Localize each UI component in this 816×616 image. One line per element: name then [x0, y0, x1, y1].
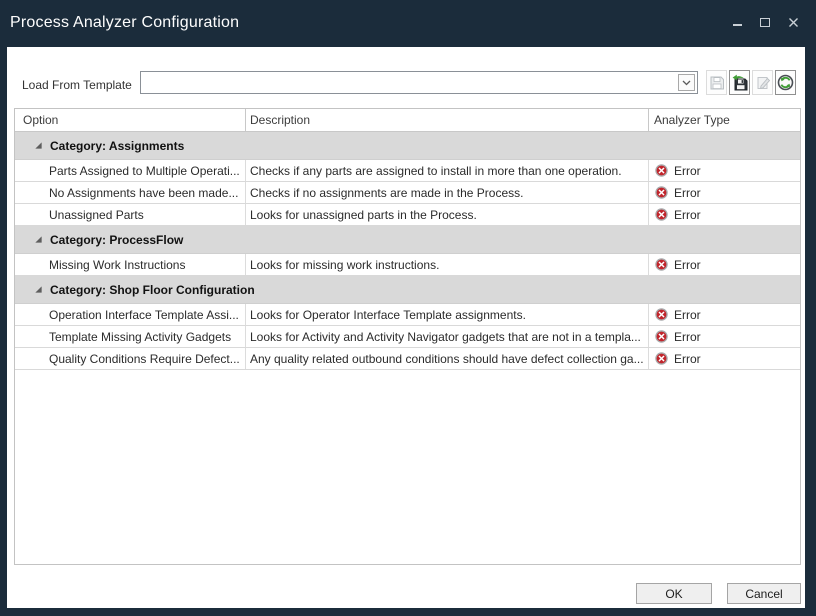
error-icon [655, 352, 668, 365]
minimize-icon [733, 24, 742, 26]
error-icon [655, 258, 668, 271]
refresh-icon [777, 74, 794, 91]
category-row[interactable]: Category: ProcessFlow [15, 226, 800, 254]
option-cell-text: No Assignments have been made... [15, 182, 246, 203]
analyzer-type-cell: Error [649, 182, 800, 203]
window-controls [728, 10, 802, 34]
chevron-down-icon [682, 80, 691, 86]
analyzer-type-cell: Error [649, 348, 800, 369]
dialog-content: Load From Template [7, 47, 805, 608]
save-template-button[interactable] [706, 70, 727, 95]
description-cell-text: Looks for Activity and Activity Navigato… [246, 326, 649, 347]
category-label: Category: Shop Floor Configuration [50, 283, 255, 297]
collapse-triangle-icon[interactable] [34, 285, 43, 294]
description-cell-text: Looks for missing work instructions. [246, 254, 649, 275]
error-icon [655, 308, 668, 321]
close-button[interactable] [784, 12, 802, 32]
option-cell-text: Operation Interface Template Assi... [15, 304, 246, 325]
collapse-triangle-icon[interactable] [34, 141, 43, 150]
table-row[interactable]: Unassigned Parts Looks for unassigned pa… [15, 204, 800, 226]
analyzer-type-cell: Error [649, 204, 800, 225]
analyzer-type-cell: Error [649, 326, 800, 347]
analyzer-type-cell: Error [649, 160, 800, 181]
maximize-button[interactable] [756, 12, 774, 32]
load-template-icon [731, 74, 749, 92]
category-row[interactable]: Category: Shop Floor Configuration [15, 276, 800, 304]
category-label: Category: Assignments [50, 139, 184, 153]
analyzer-type-label: Error [674, 258, 701, 272]
minimize-button[interactable] [728, 12, 746, 32]
grid-header: Option Description Analyzer Type [15, 109, 800, 132]
analyzer-type-label: Error [674, 330, 701, 344]
template-combo-input[interactable] [141, 72, 676, 93]
analyzer-type-label: Error [674, 208, 701, 222]
category-label: Category: ProcessFlow [50, 233, 183, 247]
load-from-template-label: Load From Template [22, 78, 132, 92]
description-cell-text: Looks for unassigned parts in the Proces… [246, 204, 649, 225]
analyzer-type-label: Error [674, 308, 701, 322]
column-header-option[interactable]: Option [15, 109, 246, 131]
combo-dropdown-button[interactable] [678, 74, 695, 91]
refresh-templates-button[interactable] [775, 70, 796, 95]
dialog-window: Process Analyzer Configuration Load From… [0, 0, 816, 616]
description-cell-text: Checks if no assignments are made in the… [246, 182, 649, 203]
error-icon [655, 208, 668, 221]
option-cell-text: Quality Conditions Require Defect... [15, 348, 246, 369]
table-row[interactable]: Operation Interface Template Assi... Loo… [15, 304, 800, 326]
category-row[interactable]: Category: Assignments [15, 132, 800, 160]
maximize-icon [760, 18, 770, 27]
description-cell-text: Any quality related outbound conditions … [246, 348, 649, 369]
table-row[interactable]: Missing Work Instructions Looks for miss… [15, 254, 800, 276]
analyzer-type-label: Error [674, 352, 701, 366]
error-icon [655, 330, 668, 343]
save-icon [709, 75, 725, 91]
option-cell-text: Parts Assigned to Multiple Operati... [15, 160, 246, 181]
title-bar: Process Analyzer Configuration [0, 0, 816, 47]
column-header-analyzer-type[interactable]: Analyzer Type [649, 109, 800, 131]
option-cell-text: Template Missing Activity Gadgets [15, 326, 246, 347]
window-title: Process Analyzer Configuration [10, 14, 239, 32]
analyzer-type-label: Error [674, 164, 701, 178]
table-row[interactable]: No Assignments have been made... Checks … [15, 182, 800, 204]
analyzer-type-cell: Error [649, 254, 800, 275]
load-template-button[interactable] [729, 70, 750, 95]
ok-button[interactable]: OK [636, 583, 712, 604]
table-row[interactable]: Template Missing Activity Gadgets Looks … [15, 326, 800, 348]
error-icon [655, 164, 668, 177]
analyzer-type-label: Error [674, 186, 701, 200]
error-icon [655, 186, 668, 199]
grid-rows: Category: Assignments Parts Assigned to … [15, 132, 800, 370]
cancel-button[interactable]: Cancel [727, 583, 801, 604]
template-combobox[interactable] [140, 71, 698, 94]
description-cell-text: Checks if any parts are assigned to inst… [246, 160, 649, 181]
table-row[interactable]: Quality Conditions Require Defect... Any… [15, 348, 800, 370]
analyzer-options-grid: Option Description Analyzer Type Categor… [14, 108, 801, 565]
option-cell-text: Missing Work Instructions [15, 254, 246, 275]
analyzer-type-cell: Error [649, 304, 800, 325]
close-icon [788, 17, 799, 28]
column-header-description[interactable]: Description [246, 109, 649, 131]
edit-icon [755, 75, 771, 91]
edit-template-button[interactable] [752, 70, 773, 95]
option-cell-text: Unassigned Parts [15, 204, 246, 225]
collapse-triangle-icon[interactable] [34, 235, 43, 244]
table-row[interactable]: Parts Assigned to Multiple Operati... Ch… [15, 160, 800, 182]
description-cell-text: Looks for Operator Interface Template as… [246, 304, 649, 325]
